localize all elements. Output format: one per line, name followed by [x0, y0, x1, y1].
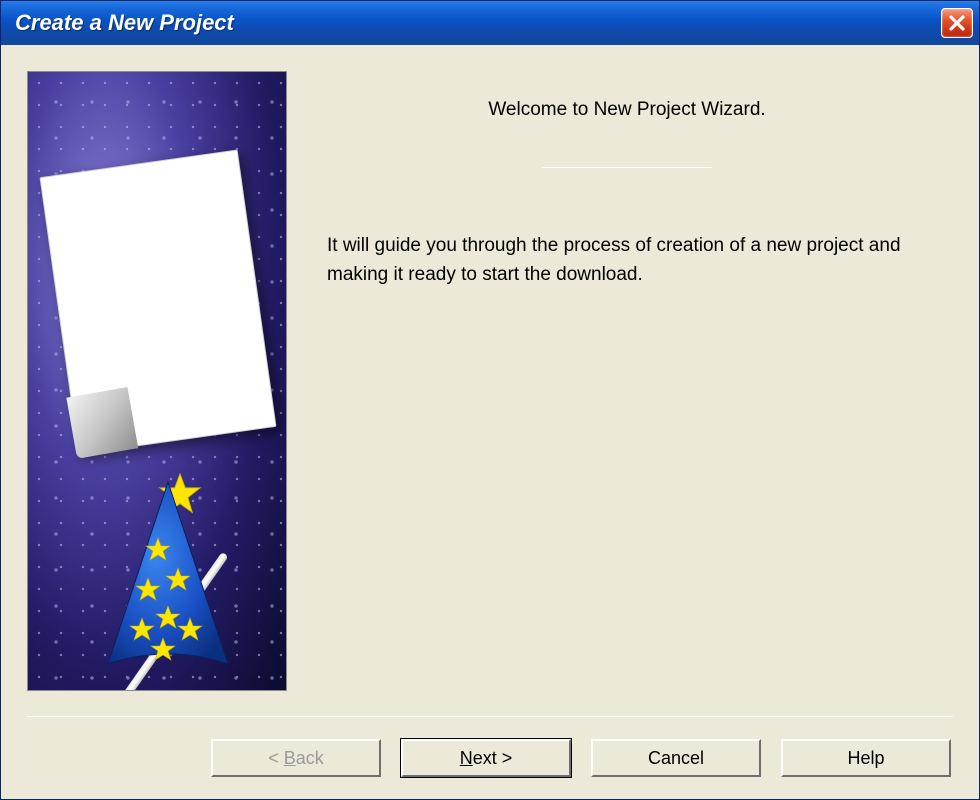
next-mnemonic: N [460, 748, 473, 768]
help-button[interactable]: Help [781, 739, 951, 777]
back-button: < Back [211, 739, 381, 777]
paper-graphic [39, 149, 276, 454]
titlebar: Create a New Project [1, 1, 979, 45]
paper-curl [66, 387, 138, 459]
close-button[interactable] [941, 8, 973, 38]
cancel-button[interactable]: Cancel [591, 739, 761, 777]
button-row: < Back Next > Cancel Help [27, 739, 953, 777]
wizard-hat-icon [98, 478, 238, 668]
close-icon [948, 14, 966, 32]
text-panel: Welcome to New Project Wizard. It will g… [287, 71, 953, 702]
small-divider [542, 167, 712, 168]
wizard-window: Create a New Project [0, 0, 980, 800]
welcome-heading: Welcome to New Project Wizard. [327, 99, 927, 121]
separator [27, 716, 953, 717]
back-mnemonic: B [284, 748, 296, 768]
body-paragraph: It will guide you through the process of… [327, 232, 927, 289]
content-row: Welcome to New Project Wizard. It will g… [27, 71, 953, 702]
next-button[interactable]: Next > [401, 739, 571, 777]
client-area: Welcome to New Project Wizard. It will g… [1, 45, 979, 799]
wizard-image-panel [27, 71, 287, 691]
window-title: Create a New Project [15, 10, 234, 36]
